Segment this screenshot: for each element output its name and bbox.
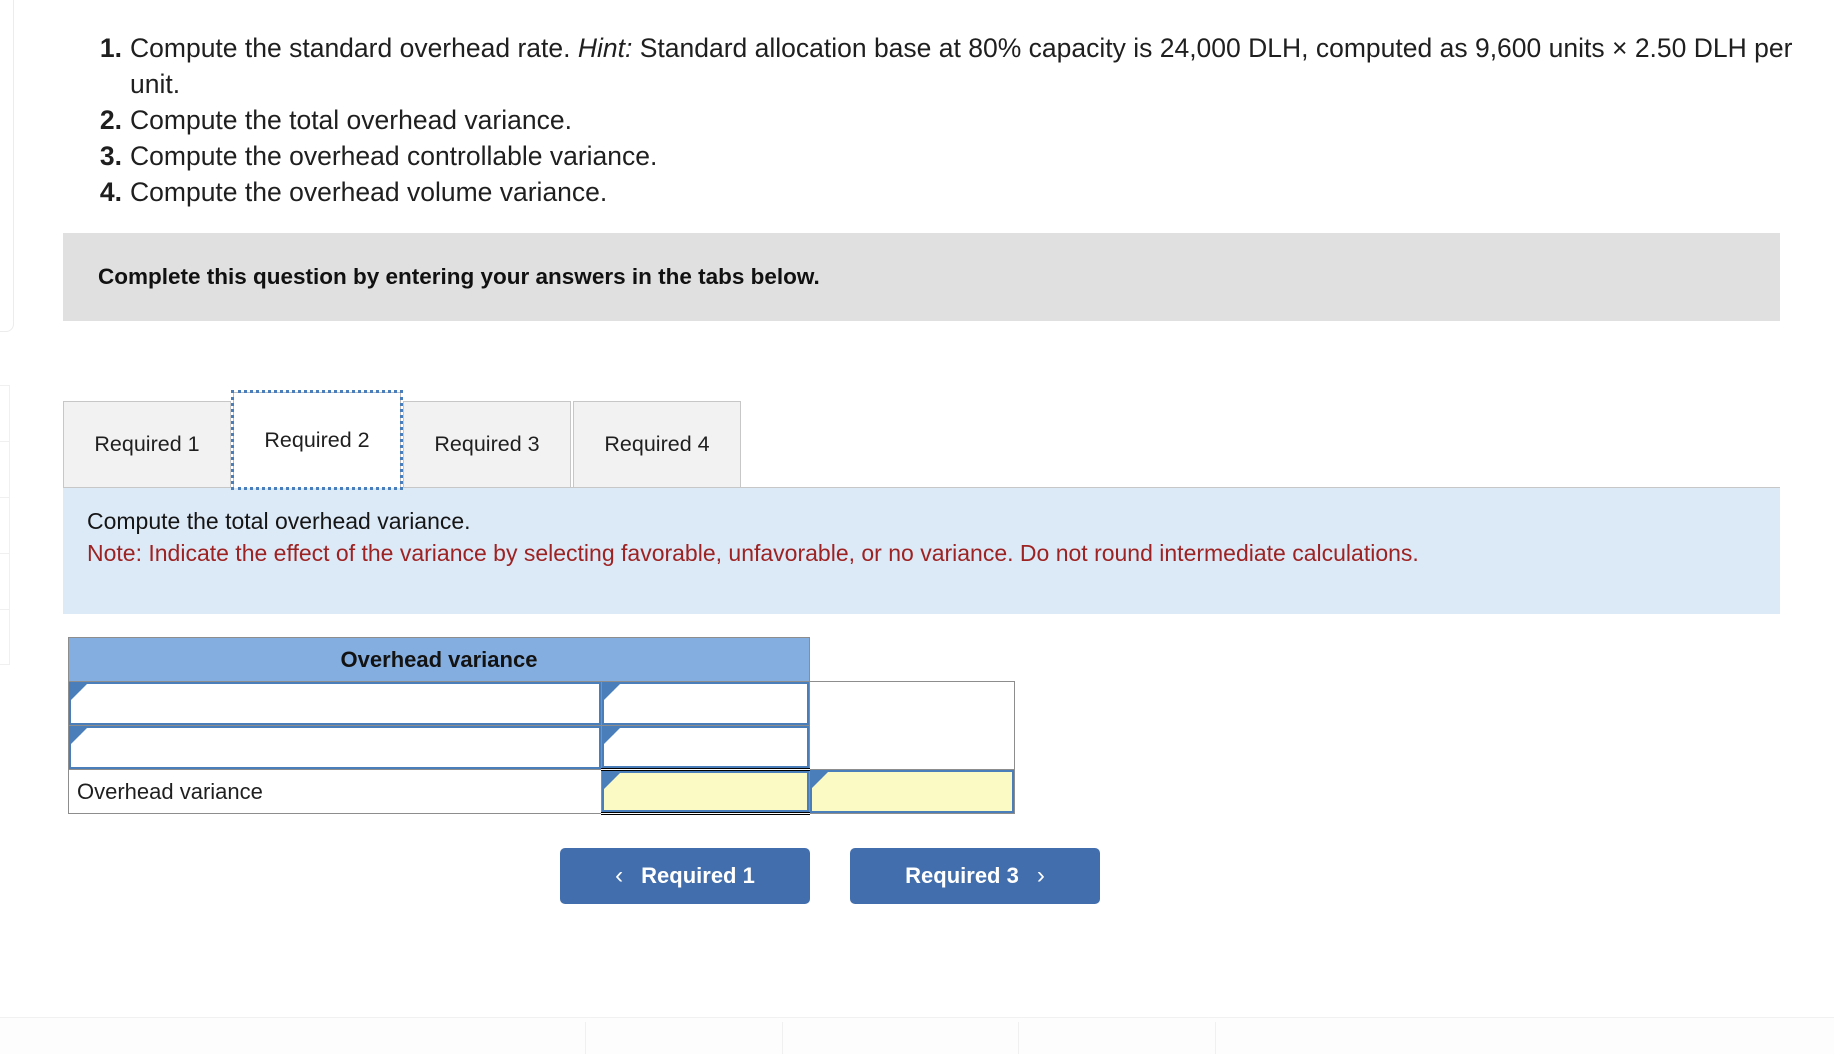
clipped-list-item bbox=[0, 497, 10, 553]
complete-question-banner: Complete this question by entering your … bbox=[63, 233, 1780, 321]
table-header-spacer bbox=[809, 637, 1015, 682]
requirement-number: 2. bbox=[99, 105, 122, 135]
clipped-list-item bbox=[0, 553, 10, 609]
requirement-text: Compute the overhead controllable varian… bbox=[130, 141, 658, 171]
requirement-item: 1. Compute the standard overhead rate. H… bbox=[92, 30, 1822, 102]
table-total-row: Overhead variance bbox=[68, 768, 1015, 815]
value-dropdown-2[interactable] bbox=[602, 726, 809, 768]
requirement-hint-label: Hint: bbox=[577, 33, 633, 63]
tab-required-4[interactable]: Required 4 bbox=[573, 401, 741, 487]
footer-bar bbox=[0, 1017, 1834, 1054]
dropdown-caret-icon bbox=[604, 684, 620, 700]
row-label-cell[interactable] bbox=[68, 681, 602, 726]
row-value-cell[interactable] bbox=[601, 681, 810, 726]
clipped-left-panel bbox=[0, 0, 14, 332]
table-header-row: Overhead variance bbox=[68, 637, 1015, 682]
requirement-item: 3. Compute the overhead controllable var… bbox=[92, 138, 1822, 174]
total-value-input[interactable] bbox=[602, 771, 809, 812]
tab-required-1[interactable]: Required 1 bbox=[63, 401, 231, 487]
chevron-right-icon: › bbox=[1036, 862, 1045, 889]
total-row-effect-cell[interactable] bbox=[809, 769, 1015, 814]
next-requirement-label: Required 3 bbox=[905, 863, 1019, 888]
value-dropdown-1[interactable] bbox=[602, 682, 809, 725]
row-effect-cell-merged[interactable] bbox=[809, 681, 1015, 770]
tab-label: Required 2 bbox=[264, 428, 370, 452]
footer-divider bbox=[1018, 1022, 1019, 1054]
table-row bbox=[68, 681, 1015, 770]
dropdown-caret-icon bbox=[604, 728, 620, 744]
question-requirements-list: 1. Compute the standard overhead rate. H… bbox=[92, 30, 1822, 210]
requirement-text-lead: Compute the standard overhead rate. bbox=[130, 33, 578, 63]
clipped-left-list bbox=[0, 385, 10, 670]
total-row-value-cell[interactable] bbox=[601, 768, 810, 815]
dropdown-caret-icon bbox=[812, 772, 828, 788]
instruction-note: Note: Indicate the effect of the varianc… bbox=[87, 540, 1419, 566]
next-requirement-button[interactable]: Required 3 › bbox=[850, 848, 1100, 904]
total-row-label: Overhead variance bbox=[68, 769, 602, 814]
requirement-text: Compute the standard overhead rate. Hint… bbox=[130, 30, 1822, 102]
clipped-list-item bbox=[0, 609, 10, 665]
tab-required-3[interactable]: Required 3 bbox=[403, 401, 571, 487]
label-dropdown-2[interactable] bbox=[69, 726, 601, 769]
tab-label: Required 4 bbox=[604, 432, 710, 456]
label-dropdown-1[interactable] bbox=[69, 682, 601, 725]
banner-text: Complete this question by entering your … bbox=[98, 264, 820, 289]
tab-navigation: ‹ Required 1 Required 3 › bbox=[560, 848, 1100, 904]
requirement-item: 4. Compute the overhead volume variance. bbox=[92, 174, 1822, 210]
requirement-text: Compute the overhead volume variance. bbox=[130, 177, 608, 207]
dropdown-caret-icon bbox=[71, 728, 87, 744]
requirement-number: 1. bbox=[99, 33, 122, 63]
instruction-panel: Compute the total overhead variance. Not… bbox=[63, 488, 1780, 614]
requirement-item: 2. Compute the total overhead variance. bbox=[92, 102, 1822, 138]
instruction-text: Compute the total overhead variance. bbox=[87, 508, 471, 534]
chevron-left-icon: ‹ bbox=[615, 862, 624, 889]
footer-divider bbox=[585, 1022, 586, 1054]
previous-requirement-button[interactable]: ‹ Required 1 bbox=[560, 848, 810, 904]
footer-divider bbox=[782, 1022, 783, 1054]
dropdown-caret-icon bbox=[71, 684, 87, 700]
requirement-number: 4. bbox=[99, 177, 122, 207]
tab-required-2[interactable]: Required 2 bbox=[231, 390, 403, 490]
footer-divider bbox=[1215, 1022, 1216, 1054]
table-header-cell: Overhead variance bbox=[68, 637, 810, 682]
previous-requirement-label: Required 1 bbox=[641, 863, 755, 888]
clipped-list-item bbox=[0, 441, 10, 497]
clipped-list-item bbox=[0, 385, 10, 441]
requirement-number: 3. bbox=[99, 141, 122, 171]
requirement-text: Compute the total overhead variance. bbox=[130, 105, 572, 135]
row-value-cell[interactable] bbox=[601, 725, 810, 770]
requirement-tabs-container: Required 1 Required 2 Required 3 Require… bbox=[63, 390, 1780, 490]
total-effect-dropdown[interactable] bbox=[810, 770, 1014, 813]
requirement-tabs: Required 1 Required 2 Required 3 Require… bbox=[63, 390, 1780, 490]
effect-cell-empty bbox=[810, 682, 1014, 769]
tab-label: Required 1 bbox=[94, 432, 200, 456]
dropdown-caret-icon bbox=[604, 773, 620, 789]
tab-label: Required 3 bbox=[434, 432, 540, 456]
row-label-cell[interactable] bbox=[68, 725, 602, 770]
overhead-variance-table: Overhead variance Overhead variance bbox=[68, 637, 1015, 815]
